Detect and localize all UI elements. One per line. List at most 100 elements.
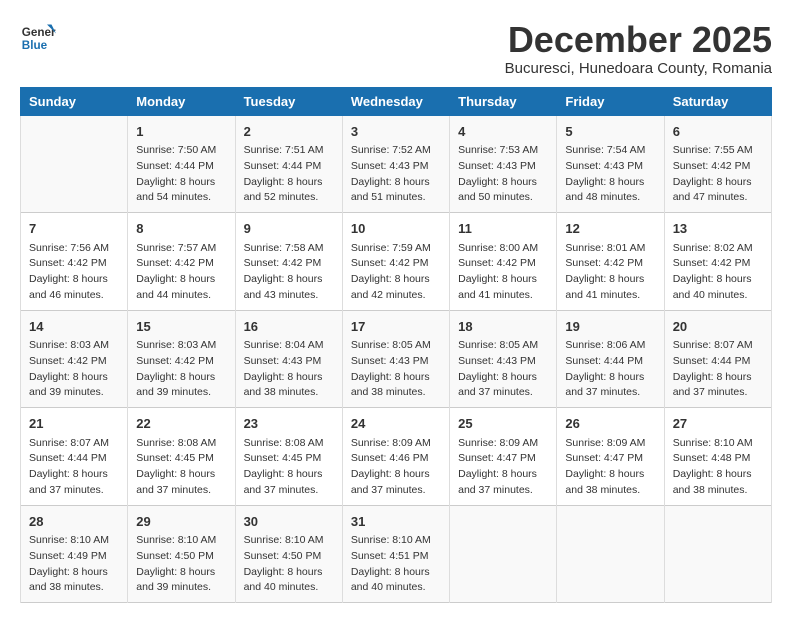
day-info-line: Sunset: 4:43 PM bbox=[458, 159, 548, 175]
day-info-line: Daylight: 8 hours bbox=[673, 370, 763, 386]
day-info-line: Sunrise: 7:59 AM bbox=[351, 241, 441, 257]
day-number: 31 bbox=[351, 512, 441, 532]
title-block: December 2025 Bucuresci, Hunedoara Count… bbox=[505, 20, 772, 77]
day-number: 25 bbox=[458, 414, 548, 434]
day-info-line: and 37 minutes. bbox=[458, 385, 548, 401]
calendar-cell bbox=[450, 505, 557, 603]
day-number: 7 bbox=[29, 219, 119, 239]
day-info-line: Sunrise: 8:10 AM bbox=[673, 436, 763, 452]
day-info-line: Daylight: 8 hours bbox=[244, 272, 334, 288]
day-info-line: Daylight: 8 hours bbox=[351, 175, 441, 191]
day-info-line: Sunrise: 7:53 AM bbox=[458, 143, 548, 159]
weekday-header-sunday: Sunday bbox=[21, 87, 128, 115]
day-info-line: Sunrise: 7:51 AM bbox=[244, 143, 334, 159]
day-info-line: and 44 minutes. bbox=[136, 288, 226, 304]
day-info-line: Sunset: 4:50 PM bbox=[244, 549, 334, 565]
day-number: 17 bbox=[351, 317, 441, 337]
day-info-line: Sunrise: 8:08 AM bbox=[244, 436, 334, 452]
day-info-line: Sunrise: 8:08 AM bbox=[136, 436, 226, 452]
day-info-line: Daylight: 8 hours bbox=[136, 272, 226, 288]
day-info-line: Sunrise: 7:54 AM bbox=[565, 143, 655, 159]
weekday-header-monday: Monday bbox=[128, 87, 235, 115]
day-number: 1 bbox=[136, 122, 226, 142]
calendar-cell bbox=[557, 505, 664, 603]
day-number: 18 bbox=[458, 317, 548, 337]
day-number: 13 bbox=[673, 219, 763, 239]
day-info-line: Sunrise: 8:07 AM bbox=[29, 436, 119, 452]
day-info-line: and 39 minutes. bbox=[136, 385, 226, 401]
calendar-cell: 26Sunrise: 8:09 AMSunset: 4:47 PMDayligh… bbox=[557, 408, 664, 506]
day-number: 2 bbox=[244, 122, 334, 142]
day-info-line: Daylight: 8 hours bbox=[565, 467, 655, 483]
day-info-line: Sunset: 4:44 PM bbox=[673, 354, 763, 370]
day-info-line: Sunrise: 7:58 AM bbox=[244, 241, 334, 257]
calendar-cell: 13Sunrise: 8:02 AMSunset: 4:42 PMDayligh… bbox=[664, 213, 771, 311]
day-info-line: and 40 minutes. bbox=[673, 288, 763, 304]
day-info-line: Sunset: 4:43 PM bbox=[351, 354, 441, 370]
day-info-line: and 54 minutes. bbox=[136, 190, 226, 206]
calendar-cell: 19Sunrise: 8:06 AMSunset: 4:44 PMDayligh… bbox=[557, 310, 664, 408]
day-info-line: Sunrise: 8:07 AM bbox=[673, 338, 763, 354]
day-info-line: Daylight: 8 hours bbox=[244, 370, 334, 386]
calendar-week-row: 1Sunrise: 7:50 AMSunset: 4:44 PMDaylight… bbox=[21, 115, 772, 213]
day-info-line: Daylight: 8 hours bbox=[244, 467, 334, 483]
day-info-line: and 38 minutes. bbox=[351, 385, 441, 401]
day-info-line: Daylight: 8 hours bbox=[136, 565, 226, 581]
day-number: 15 bbox=[136, 317, 226, 337]
day-info-line: Sunset: 4:42 PM bbox=[673, 256, 763, 272]
day-info-line: Sunset: 4:50 PM bbox=[136, 549, 226, 565]
calendar-cell: 22Sunrise: 8:08 AMSunset: 4:45 PMDayligh… bbox=[128, 408, 235, 506]
day-info-line: Sunset: 4:44 PM bbox=[244, 159, 334, 175]
day-info-line: Daylight: 8 hours bbox=[351, 370, 441, 386]
calendar-table: SundayMondayTuesdayWednesdayThursdayFrid… bbox=[20, 87, 772, 604]
day-number: 9 bbox=[244, 219, 334, 239]
day-info-line: and 41 minutes. bbox=[565, 288, 655, 304]
day-info-line: Sunset: 4:44 PM bbox=[136, 159, 226, 175]
day-info-line: Sunset: 4:42 PM bbox=[244, 256, 334, 272]
day-number: 29 bbox=[136, 512, 226, 532]
calendar-cell: 31Sunrise: 8:10 AMSunset: 4:51 PMDayligh… bbox=[342, 505, 449, 603]
day-number: 19 bbox=[565, 317, 655, 337]
day-info-line: Sunset: 4:45 PM bbox=[244, 451, 334, 467]
day-info-line: and 39 minutes. bbox=[29, 385, 119, 401]
day-info-line: Sunrise: 8:10 AM bbox=[136, 533, 226, 549]
day-info-line: Daylight: 8 hours bbox=[136, 175, 226, 191]
day-info-line: Sunrise: 8:01 AM bbox=[565, 241, 655, 257]
day-info-line: and 38 minutes. bbox=[565, 483, 655, 499]
day-number: 8 bbox=[136, 219, 226, 239]
day-info-line: Daylight: 8 hours bbox=[29, 370, 119, 386]
calendar-cell: 23Sunrise: 8:08 AMSunset: 4:45 PMDayligh… bbox=[235, 408, 342, 506]
day-info-line: Sunset: 4:42 PM bbox=[673, 159, 763, 175]
day-info-line: and 38 minutes. bbox=[244, 385, 334, 401]
day-number: 21 bbox=[29, 414, 119, 434]
day-info-line: Sunrise: 8:04 AM bbox=[244, 338, 334, 354]
calendar-cell: 4Sunrise: 7:53 AMSunset: 4:43 PMDaylight… bbox=[450, 115, 557, 213]
day-info-line: and 37 minutes. bbox=[565, 385, 655, 401]
calendar-cell: 10Sunrise: 7:59 AMSunset: 4:42 PMDayligh… bbox=[342, 213, 449, 311]
day-info-line: and 38 minutes. bbox=[673, 483, 763, 499]
day-info-line: Sunset: 4:47 PM bbox=[458, 451, 548, 467]
calendar-week-row: 7Sunrise: 7:56 AMSunset: 4:42 PMDaylight… bbox=[21, 213, 772, 311]
calendar-cell: 27Sunrise: 8:10 AMSunset: 4:48 PMDayligh… bbox=[664, 408, 771, 506]
calendar-cell: 16Sunrise: 8:04 AMSunset: 4:43 PMDayligh… bbox=[235, 310, 342, 408]
day-info-line: and 37 minutes. bbox=[136, 483, 226, 499]
day-info-line: Sunrise: 8:05 AM bbox=[458, 338, 548, 354]
day-number: 22 bbox=[136, 414, 226, 434]
day-info-line: and 52 minutes. bbox=[244, 190, 334, 206]
day-info-line: Sunset: 4:42 PM bbox=[136, 256, 226, 272]
day-number: 14 bbox=[29, 317, 119, 337]
day-info-line: Sunset: 4:42 PM bbox=[29, 256, 119, 272]
calendar-cell: 21Sunrise: 8:07 AMSunset: 4:44 PMDayligh… bbox=[21, 408, 128, 506]
day-number: 30 bbox=[244, 512, 334, 532]
calendar-cell: 18Sunrise: 8:05 AMSunset: 4:43 PMDayligh… bbox=[450, 310, 557, 408]
day-info-line: and 46 minutes. bbox=[29, 288, 119, 304]
calendar-week-row: 21Sunrise: 8:07 AMSunset: 4:44 PMDayligh… bbox=[21, 408, 772, 506]
weekday-header-thursday: Thursday bbox=[450, 87, 557, 115]
day-info-line: Daylight: 8 hours bbox=[29, 272, 119, 288]
day-info-line: Sunrise: 8:03 AM bbox=[29, 338, 119, 354]
weekday-header-saturday: Saturday bbox=[664, 87, 771, 115]
day-info-line: Sunset: 4:49 PM bbox=[29, 549, 119, 565]
calendar-cell: 25Sunrise: 8:09 AMSunset: 4:47 PMDayligh… bbox=[450, 408, 557, 506]
day-info-line: and 38 minutes. bbox=[29, 580, 119, 596]
day-info-line: and 42 minutes. bbox=[351, 288, 441, 304]
